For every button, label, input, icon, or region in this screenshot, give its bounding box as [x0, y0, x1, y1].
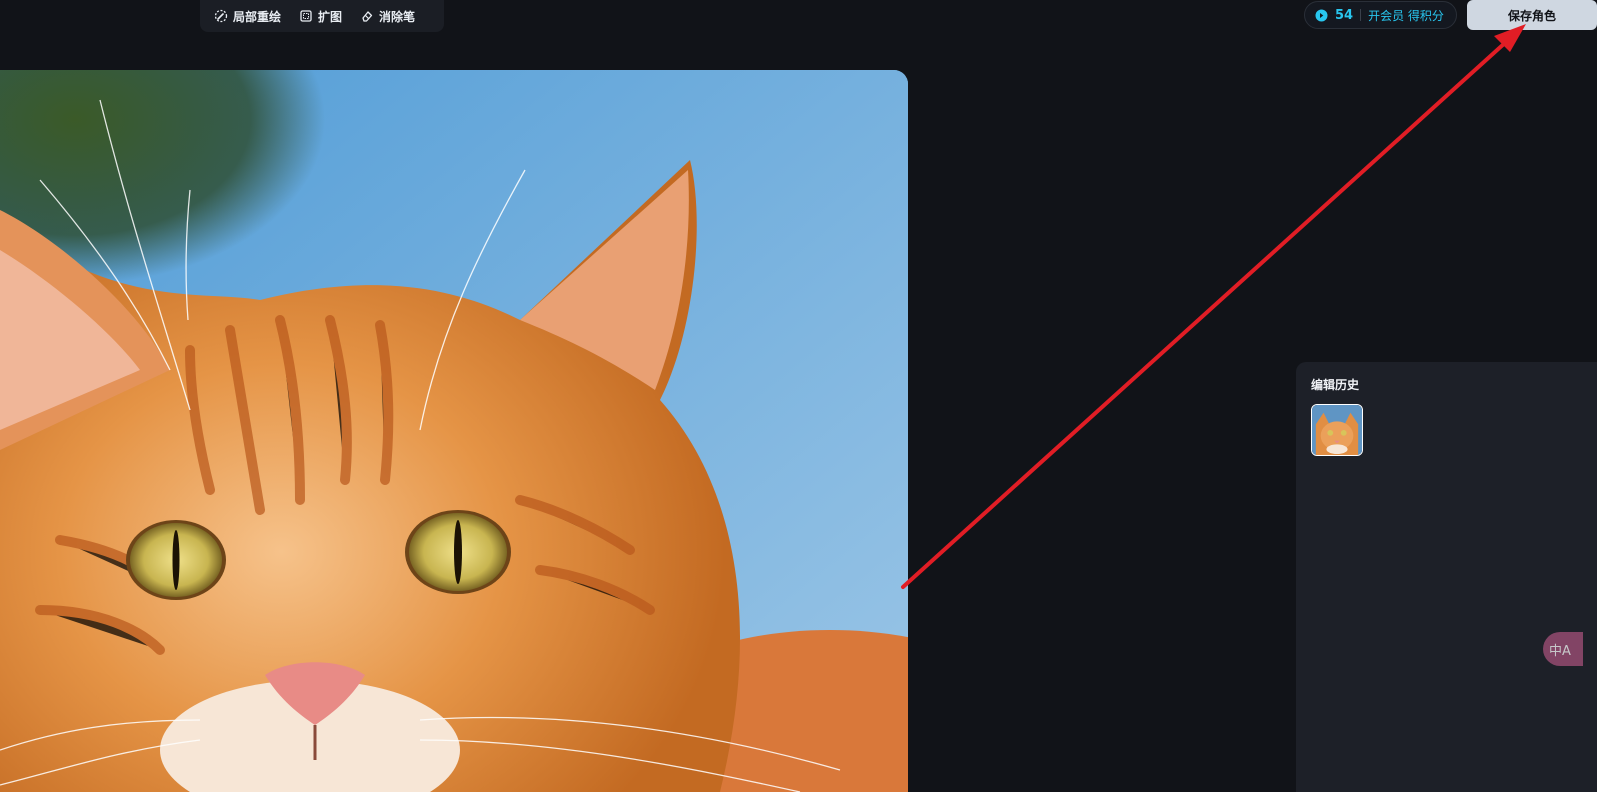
eraser-button[interactable]: 消除笔 [356, 4, 419, 28]
save-character-button[interactable]: 保存角色 [1467, 0, 1597, 30]
points-value: 54 [1335, 7, 1354, 23]
outpaint-button[interactable]: 扩图 [295, 4, 346, 28]
editor-stage: 局部重绘 扩图 消除笔 54 开会员 得积分 保存角色 编辑历史 中A [0, 0, 1597, 792]
edit-history-panel: 编辑历史 [1296, 362, 1597, 792]
inpaint-label: 局部重绘 [233, 9, 282, 24]
inpaint-button[interactable]: 局部重绘 [210, 4, 285, 28]
brush-dotted-icon [214, 9, 228, 23]
history-thumbnail-image [1312, 405, 1362, 455]
eraser-label: 消除笔 [379, 9, 416, 24]
edit-toolbar: 局部重绘 扩图 消除笔 [200, 0, 444, 32]
outpaint-label: 扩图 [318, 9, 343, 24]
history-thumbnail[interactable] [1311, 404, 1363, 456]
expand-square-icon [300, 10, 312, 22]
pill-divider [1360, 9, 1362, 21]
history-title: 编辑历史 [1311, 378, 1360, 392]
member-link[interactable]: 开会员 得积分 [1368, 7, 1444, 24]
translate-icon: 中A [1549, 643, 1571, 659]
eraser-icon [362, 11, 373, 22]
floating-translate-button[interactable]: 中A [1543, 632, 1583, 666]
cat-photo [0, 70, 908, 792]
main-image-preview [0, 70, 908, 792]
points-pill: 54 开会员 得积分 [1304, 1, 1457, 29]
coin-arrow-icon [1315, 9, 1328, 21]
